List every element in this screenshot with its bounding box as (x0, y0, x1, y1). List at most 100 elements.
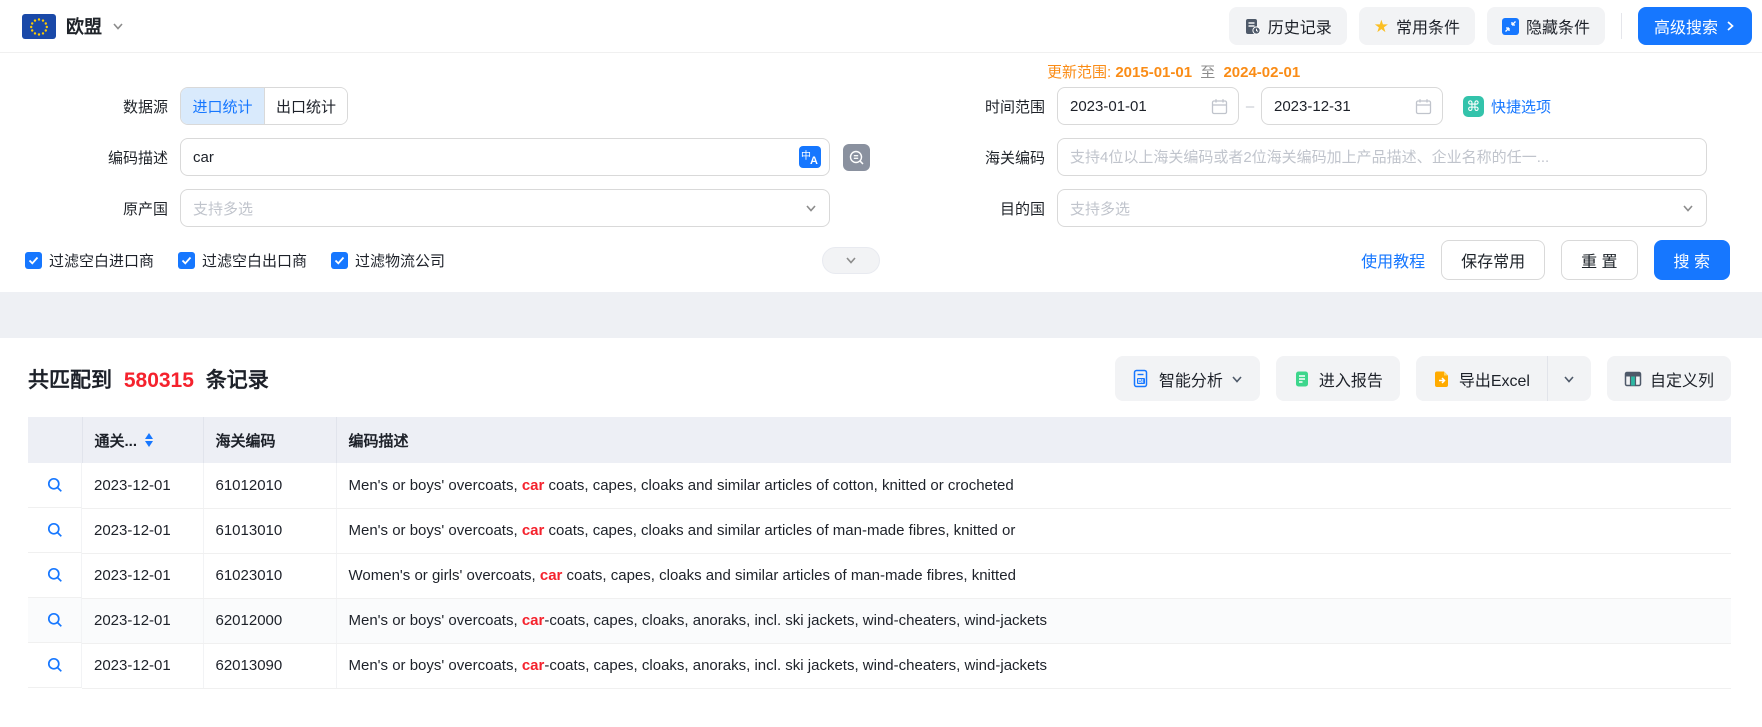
row-detail-button[interactable] (28, 553, 82, 598)
hide-conditions-button[interactable]: 隐藏条件 (1487, 7, 1605, 45)
smart-analysis-button[interactable]: BI 智能分析 (1115, 356, 1260, 401)
tab-import-stats[interactable]: 进口统计 (181, 88, 264, 124)
quick-options-label: 快捷选项 (1491, 96, 1551, 117)
dest-zone: 目的国 支持多选 (880, 189, 1707, 227)
checkbox-checked-icon (331, 252, 348, 269)
dest-select[interactable]: 支持多选 (1057, 189, 1707, 227)
tutorial-link[interactable]: 使用教程 (1361, 248, 1425, 272)
tab-export-stats[interactable]: 出口统计 (264, 88, 347, 124)
table-row: 2023-12-01 61013010 Men's or boys' overc… (28, 508, 1731, 553)
export-options-button[interactable] (1547, 356, 1591, 401)
header-clearance-date-label: 通关... (95, 430, 138, 451)
cell-code: 61012010 (203, 463, 336, 508)
magnifier-icon (47, 567, 63, 583)
row-detail-button[interactable] (28, 598, 82, 643)
custom-columns-label: 自定义列 (1650, 367, 1714, 391)
chevron-down-icon (1563, 373, 1575, 385)
form-actions: 使用教程 保存常用 重 置 搜 索 (1361, 240, 1762, 280)
magnifier-icon (47, 612, 63, 628)
end-date-input[interactable]: 2023-12-31 (1261, 87, 1443, 125)
row-detail-button[interactable] (28, 463, 82, 508)
header-clearance-date[interactable]: 通关... (82, 417, 203, 463)
filter-logistics[interactable]: 过滤物流公司 (331, 250, 445, 271)
filter-label: 过滤空白进口商 (49, 250, 154, 271)
topbar-divider (1621, 13, 1622, 39)
custom-columns-button[interactable]: 自定义列 (1607, 356, 1731, 401)
code-desc-label: 编码描述 (0, 147, 168, 168)
table-row: 2023-12-01 61023010 Women's or girls' ov… (28, 553, 1731, 598)
filter-row: 过滤空白进口商 过滤空白出口商 过滤物流公司 使用教程 (0, 240, 1762, 280)
columns-icon (1624, 370, 1642, 388)
data-source-zone: 数据源 进口统计 出口统计 (0, 87, 880, 125)
bi-analysis-icon: BI (1132, 369, 1151, 388)
summary-prefix: 共匹配到 (28, 369, 112, 392)
advanced-search-button[interactable]: 高级搜索 (1638, 7, 1752, 45)
code-desc-input[interactable] (180, 138, 830, 176)
cell-date: 2023-12-01 (82, 643, 203, 688)
collapse-form-button[interactable] (822, 247, 880, 274)
section-divider (0, 292, 1762, 338)
table-row: 2023-12-01 61012010 Men's or boys' overc… (28, 463, 1731, 508)
sort-toggle[interactable] (145, 433, 153, 447)
collapse-icon (1502, 18, 1519, 35)
chevron-down-icon (805, 202, 817, 214)
chevron-down-icon (1682, 202, 1694, 214)
filter-checkboxes: 过滤空白进口商 过滤空白出口商 过滤物流公司 (25, 247, 880, 274)
hide-conditions-label: 隐藏条件 (1526, 14, 1590, 38)
cell-desc: Women's or girls' overcoats, car coats, … (336, 553, 1731, 598)
quick-options-button[interactable]: ⌘ 快捷选项 (1463, 96, 1551, 117)
magnifier-icon (47, 477, 63, 493)
row-detail-button[interactable] (28, 643, 82, 688)
results-header: 共匹配到 580315 条记录 BI 智能分析 (28, 356, 1731, 401)
cell-date: 2023-12-01 (82, 463, 203, 508)
origin-select[interactable]: 支持多选 (180, 189, 830, 227)
history-icon (1244, 18, 1261, 35)
svg-text:BI: BI (1138, 379, 1144, 385)
filter-label: 过滤物流公司 (355, 250, 445, 271)
start-date-value: 2023-01-01 (1070, 98, 1147, 115)
translate-icon[interactable]: 中A (799, 146, 821, 168)
cell-date: 2023-12-01 (82, 508, 203, 553)
origin-label: 原产国 (0, 198, 168, 219)
update-range-to-word: 至 (1200, 64, 1215, 81)
enter-report-label: 进入报告 (1319, 367, 1383, 391)
favorites-button[interactable]: ★ 常用条件 (1359, 7, 1475, 45)
save-favorite-button[interactable]: 保存常用 (1441, 240, 1545, 280)
chevron-down-icon (845, 254, 857, 266)
form-row-1: 数据源 进口统计 出口统计 时间范围 2023-01-01 – 2023-12-… (0, 87, 1762, 125)
hs-code-input[interactable] (1057, 138, 1707, 176)
region-label: 欧盟 (66, 13, 102, 39)
results-table: 通关... 海关编码 编码描述 (28, 417, 1731, 689)
filter-blank-importer[interactable]: 过滤空白进口商 (25, 250, 154, 271)
magnifier-icon (47, 522, 63, 538)
start-date-input[interactable]: 2023-01-01 (1057, 87, 1239, 125)
report-icon (1293, 370, 1311, 388)
magnifier-icon (47, 657, 63, 673)
history-button[interactable]: 历史记录 (1229, 7, 1347, 45)
checkbox-checked-icon (178, 252, 195, 269)
filter-blank-exporter[interactable]: 过滤空白出口商 (178, 250, 307, 271)
origin-placeholder: 支持多选 (193, 198, 253, 219)
export-excel-split: 导出Excel (1416, 356, 1591, 401)
export-excel-button[interactable]: 导出Excel (1416, 356, 1547, 401)
reset-button[interactable]: 重 置 (1561, 240, 1637, 280)
summary-suffix: 条记录 (206, 369, 269, 392)
enter-report-button[interactable]: 进入报告 (1276, 356, 1400, 401)
cell-desc: Men's or boys' overcoats, car-coats, cap… (336, 598, 1731, 643)
code-desc-zone: 编码描述 中A (0, 138, 880, 176)
excel-export-icon (1433, 370, 1451, 388)
highlight-term: car (540, 567, 563, 584)
cell-desc: Men's or boys' overcoats, car coats, cap… (336, 463, 1731, 508)
search-button[interactable]: 搜 索 (1654, 240, 1730, 280)
smart-analysis-label: 智能分析 (1159, 367, 1223, 391)
exact-match-button[interactable] (843, 144, 870, 171)
chevron-down-icon (1231, 373, 1243, 385)
row-detail-button[interactable] (28, 508, 82, 553)
chevron-right-icon (1724, 20, 1736, 32)
highlight-term: car (522, 522, 545, 539)
cell-code: 62013090 (203, 643, 336, 688)
advanced-search-label: 高级搜索 (1654, 14, 1718, 38)
region-selector[interactable]: 欧盟 (22, 13, 124, 39)
cell-code: 61013010 (203, 508, 336, 553)
export-excel-label: 导出Excel (1459, 367, 1530, 391)
